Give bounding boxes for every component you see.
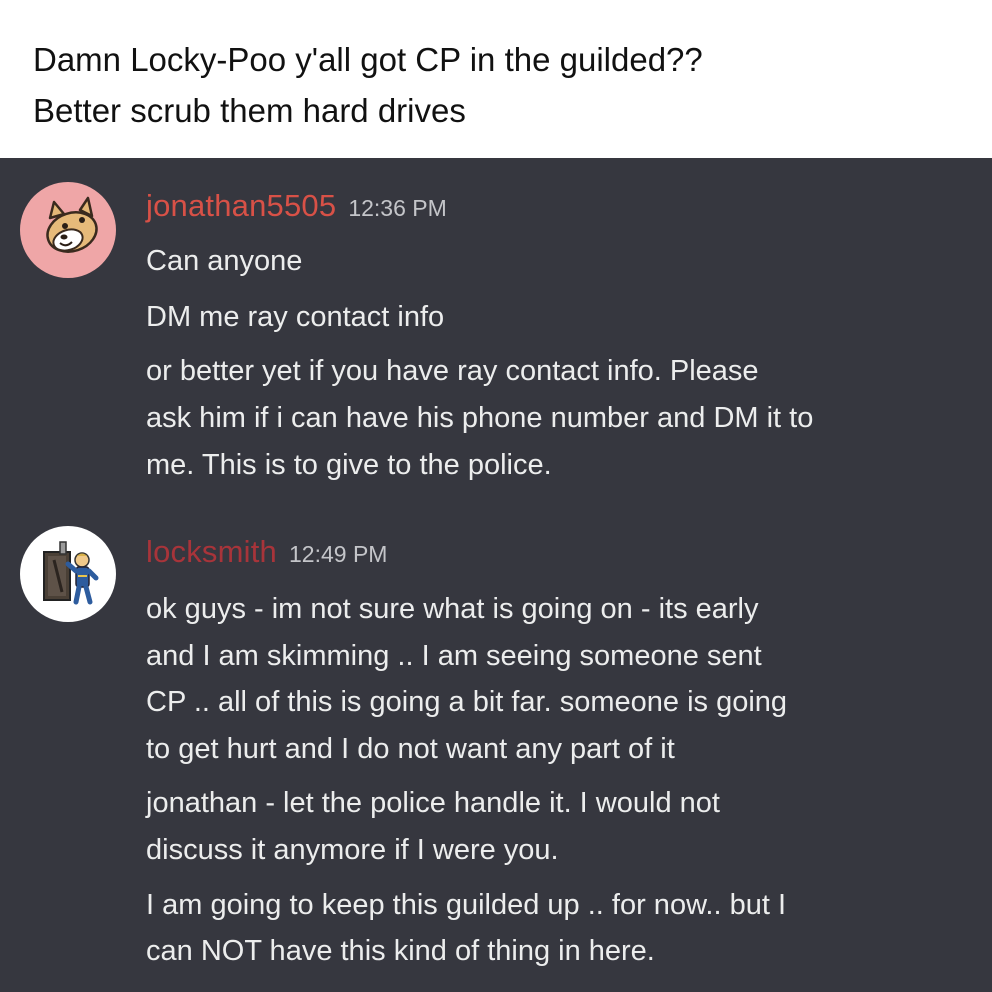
message-line: and I am skimming .. I am seeing someone… xyxy=(146,640,762,672)
message-line: Can anyone xyxy=(146,245,303,277)
message-line: can NOT have this kind of thing in here. xyxy=(146,935,655,967)
timestamp: 12:49 PM xyxy=(289,541,388,567)
message-line: me. This is to give to the police. xyxy=(146,449,552,481)
post-caption: Damn Locky-Poo y'all got CP in the guild… xyxy=(0,0,992,158)
avatar-locksmith[interactable] xyxy=(20,526,116,622)
username[interactable]: locksmith xyxy=(146,534,277,569)
caption-line-1: Damn Locky-Poo y'all got CP in the guild… xyxy=(33,41,703,78)
avatar-jonathan5505[interactable] xyxy=(20,182,116,278)
message-line: DM me ray contact info xyxy=(146,301,445,333)
chat-screenshot: jonathan5505 12:36 PM Can anyone DM me ra… xyxy=(0,158,992,992)
message-line: jonathan - let the police handle it. I w… xyxy=(146,787,720,819)
caption-line-2: Better scrub them hard drives xyxy=(33,92,466,129)
timestamp: 12:36 PM xyxy=(348,195,447,221)
message-line: discuss it anymore if I were you. xyxy=(146,834,559,866)
message-line: or better yet if you have ray contact in… xyxy=(146,355,759,387)
message-line: CP .. all of this is going a bit far. so… xyxy=(146,686,788,718)
message-line: ok guys - im not sure what is going on -… xyxy=(146,593,759,625)
vault-boy-locksmith-icon xyxy=(43,541,99,605)
message-line: ask him if i can have his phone number a… xyxy=(146,402,814,434)
message-line: to get hurt and I do not want any part o… xyxy=(146,733,675,765)
dog-face-icon xyxy=(46,196,98,253)
message-header: locksmith 12:49 PM xyxy=(146,534,387,570)
message-line: I am going to keep this guilded up .. fo… xyxy=(146,889,787,921)
username[interactable]: jonathan5505 xyxy=(146,188,336,223)
message-header: jonathan5505 12:36 PM xyxy=(146,188,447,224)
